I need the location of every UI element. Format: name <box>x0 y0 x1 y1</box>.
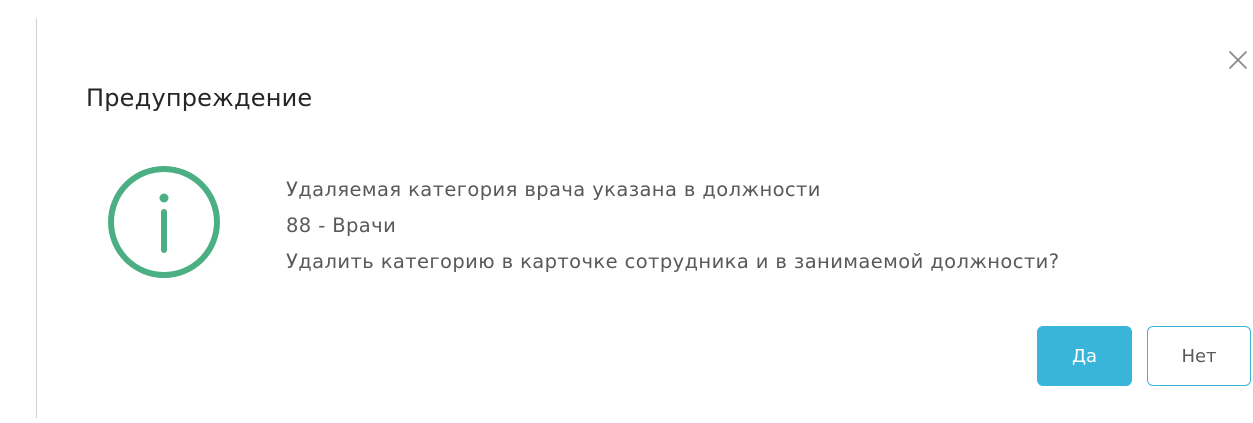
message-line: Удалить категорию в карточке сотрудника … <box>286 250 1060 273</box>
close-icon[interactable] <box>1228 50 1248 70</box>
divider <box>36 18 37 418</box>
message-line: Удаляемая категория врача указана в долж… <box>286 178 821 201</box>
yes-button[interactable]: Да <box>1037 326 1132 386</box>
dialog-message: Удаляемая категория врача указана в долж… <box>286 172 1059 280</box>
no-button[interactable]: Нет <box>1147 326 1251 386</box>
message-line: 88 - Врачи <box>286 214 397 237</box>
info-circle-icon <box>108 166 220 278</box>
warning-dialog: Предупреждение Удаляемая категория врача… <box>0 0 1253 423</box>
dialog-title: Предупреждение <box>86 84 313 112</box>
